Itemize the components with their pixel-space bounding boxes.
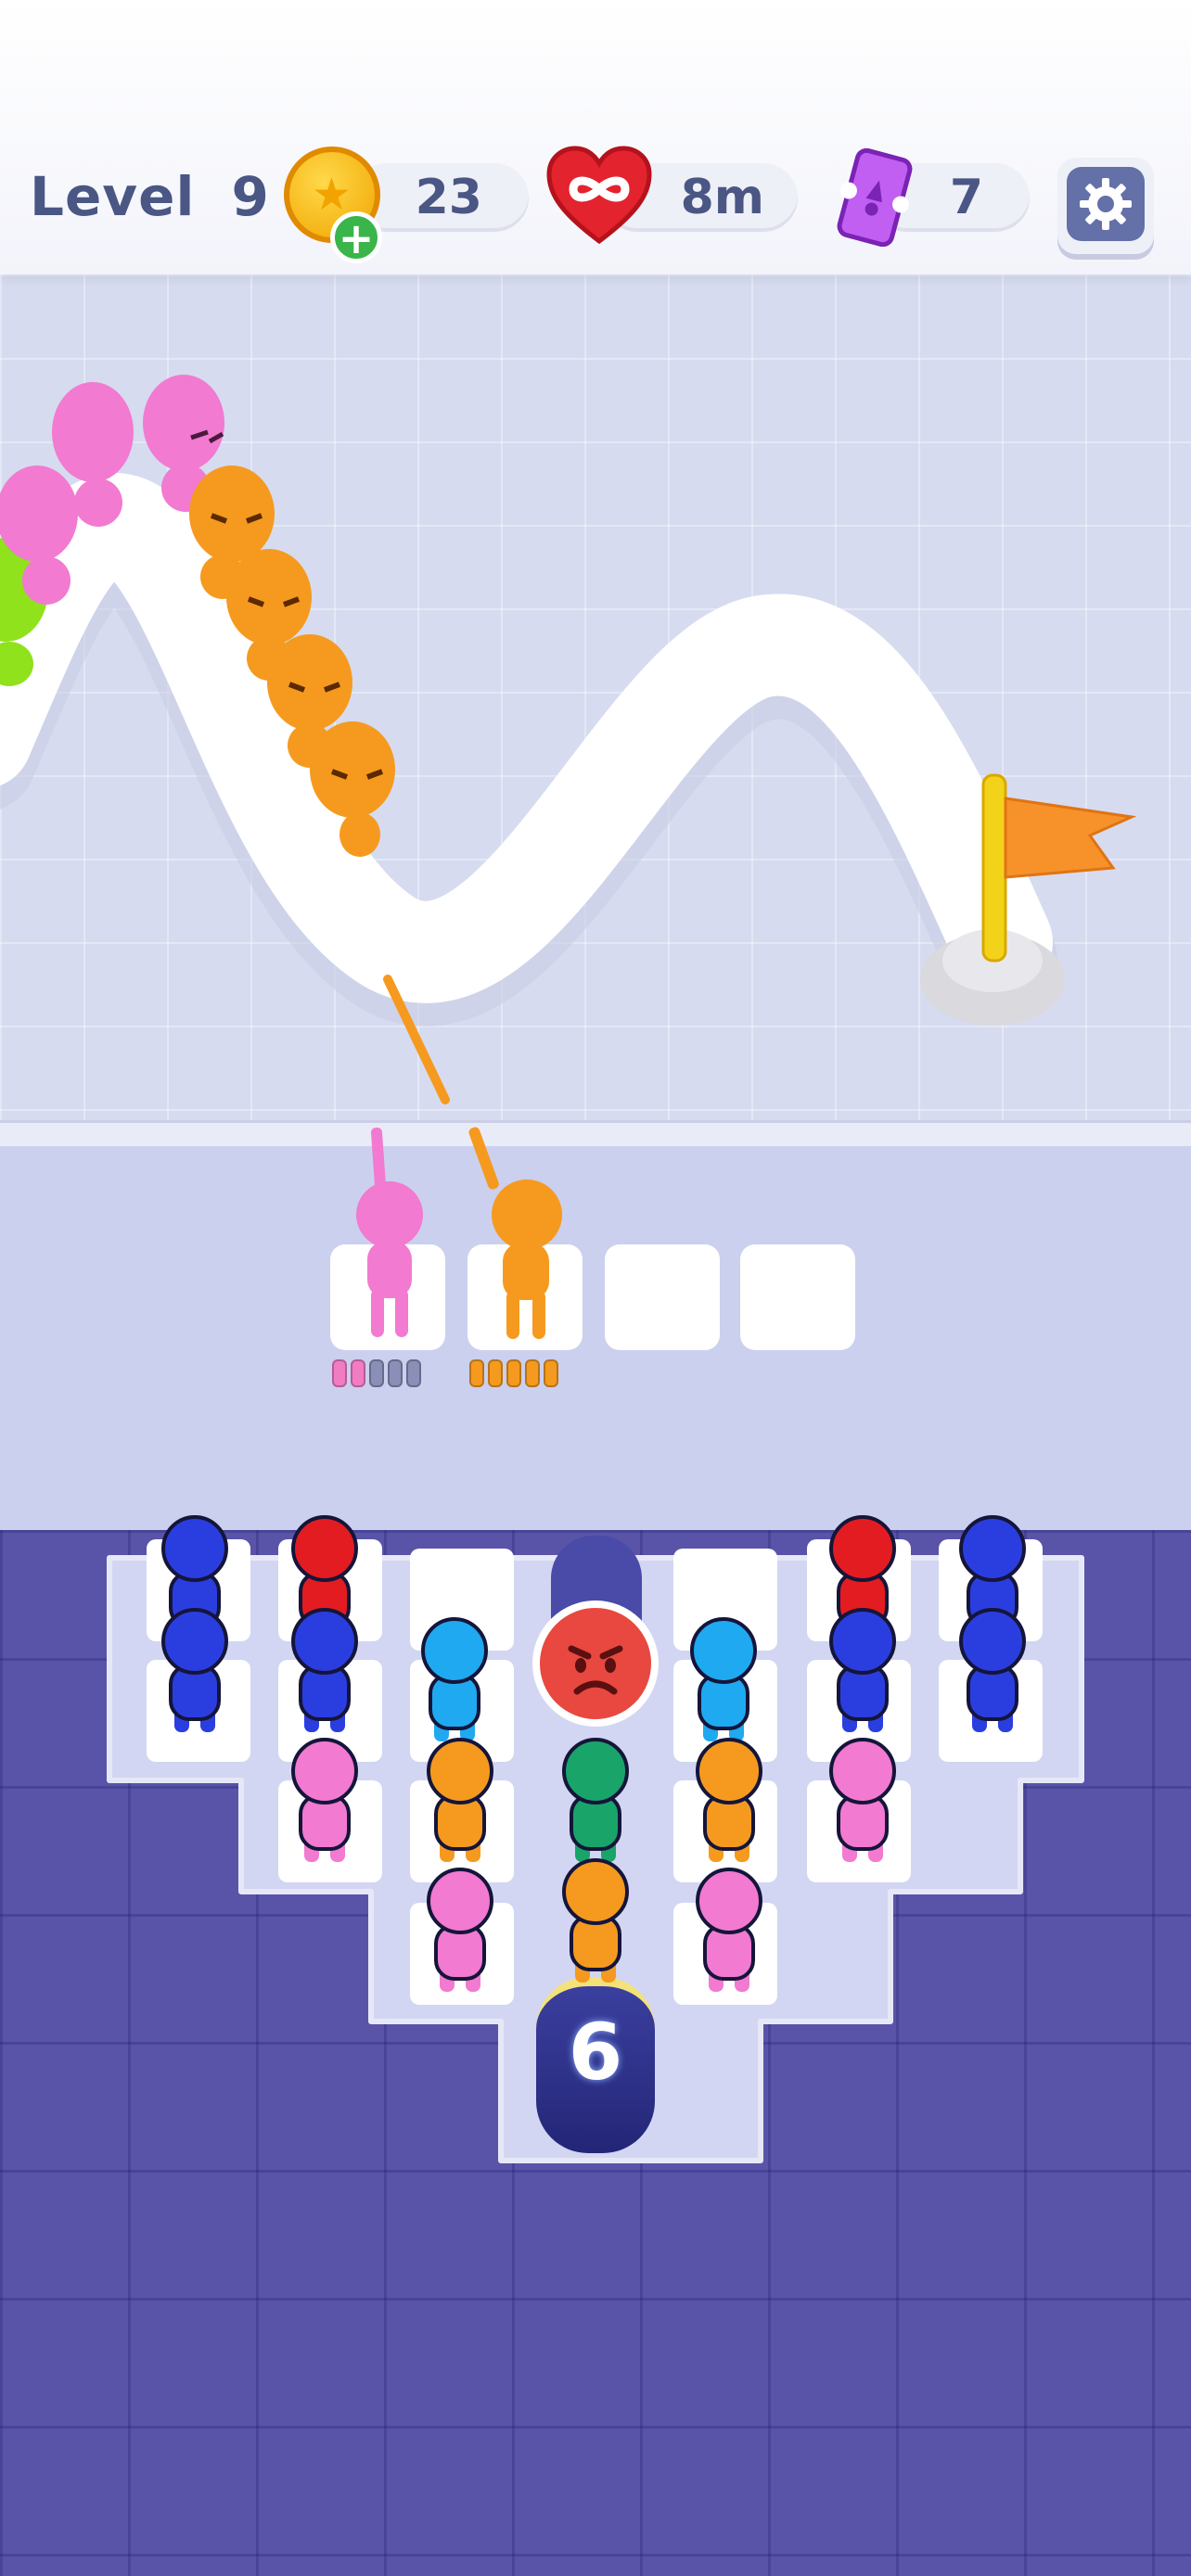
top-hud: Level 9 23 ★ + 8m 7 (0, 0, 1191, 274)
crowd-figure[interactable] (690, 1617, 757, 1741)
crowd-figure[interactable] (291, 1608, 358, 1732)
shooter-figure (468, 1127, 562, 1339)
crowd-figure[interactable] (696, 1738, 762, 1862)
enemy-path (0, 375, 1137, 1104)
crowd-figure[interactable] (427, 1868, 493, 1992)
shooter-slot[interactable] (605, 1244, 720, 1350)
ammo-indicator (332, 1359, 425, 1389)
crowd-figure[interactable] (829, 1608, 896, 1732)
ammo-bar (388, 1359, 403, 1387)
level-number: 9 (231, 165, 270, 228)
shooter-slot[interactable] (740, 1244, 855, 1350)
ammo-bar (469, 1359, 484, 1387)
crowd-figure[interactable] (562, 1858, 629, 1983)
ticket-count: 7 (949, 170, 983, 225)
ammo-bar (525, 1359, 540, 1387)
settings-button[interactable] (1057, 158, 1154, 254)
plus-icon[interactable]: + (330, 211, 382, 263)
ticket-icon (837, 148, 913, 247)
crowd-figure[interactable] (562, 1738, 629, 1862)
ammo-bar (544, 1359, 558, 1387)
crowd-figure[interactable] (959, 1608, 1026, 1732)
ammo-bar (488, 1359, 503, 1387)
flag-pole (981, 773, 1007, 963)
ammo-bar (332, 1359, 347, 1387)
ammo-indicator (469, 1359, 562, 1389)
infinity-heart-icon (546, 146, 652, 245)
crowd-figure[interactable] (421, 1617, 488, 1741)
crowd-figure[interactable] (696, 1868, 762, 1992)
crowd-figure[interactable] (291, 1738, 358, 1862)
ammo-bar (506, 1359, 521, 1387)
lives-timer: 8m (680, 170, 764, 225)
ammo-bar (369, 1359, 384, 1387)
crowd-figure[interactable] (829, 1738, 896, 1862)
active-shooters (356, 1127, 562, 1339)
ammo-bar (406, 1359, 421, 1387)
level-label: Level (30, 165, 196, 228)
queued-figures (161, 1515, 1026, 1992)
ammo-bar (351, 1359, 365, 1387)
crowd-figure[interactable] (161, 1608, 228, 1732)
goal-flag-icon (1004, 797, 1137, 879)
crowd-figure[interactable] (427, 1738, 493, 1862)
level-indicator: Level 9 (30, 165, 270, 228)
gear-icon (1080, 178, 1132, 230)
coin-count: 23 (415, 170, 482, 225)
shooter-figure (356, 1128, 423, 1337)
